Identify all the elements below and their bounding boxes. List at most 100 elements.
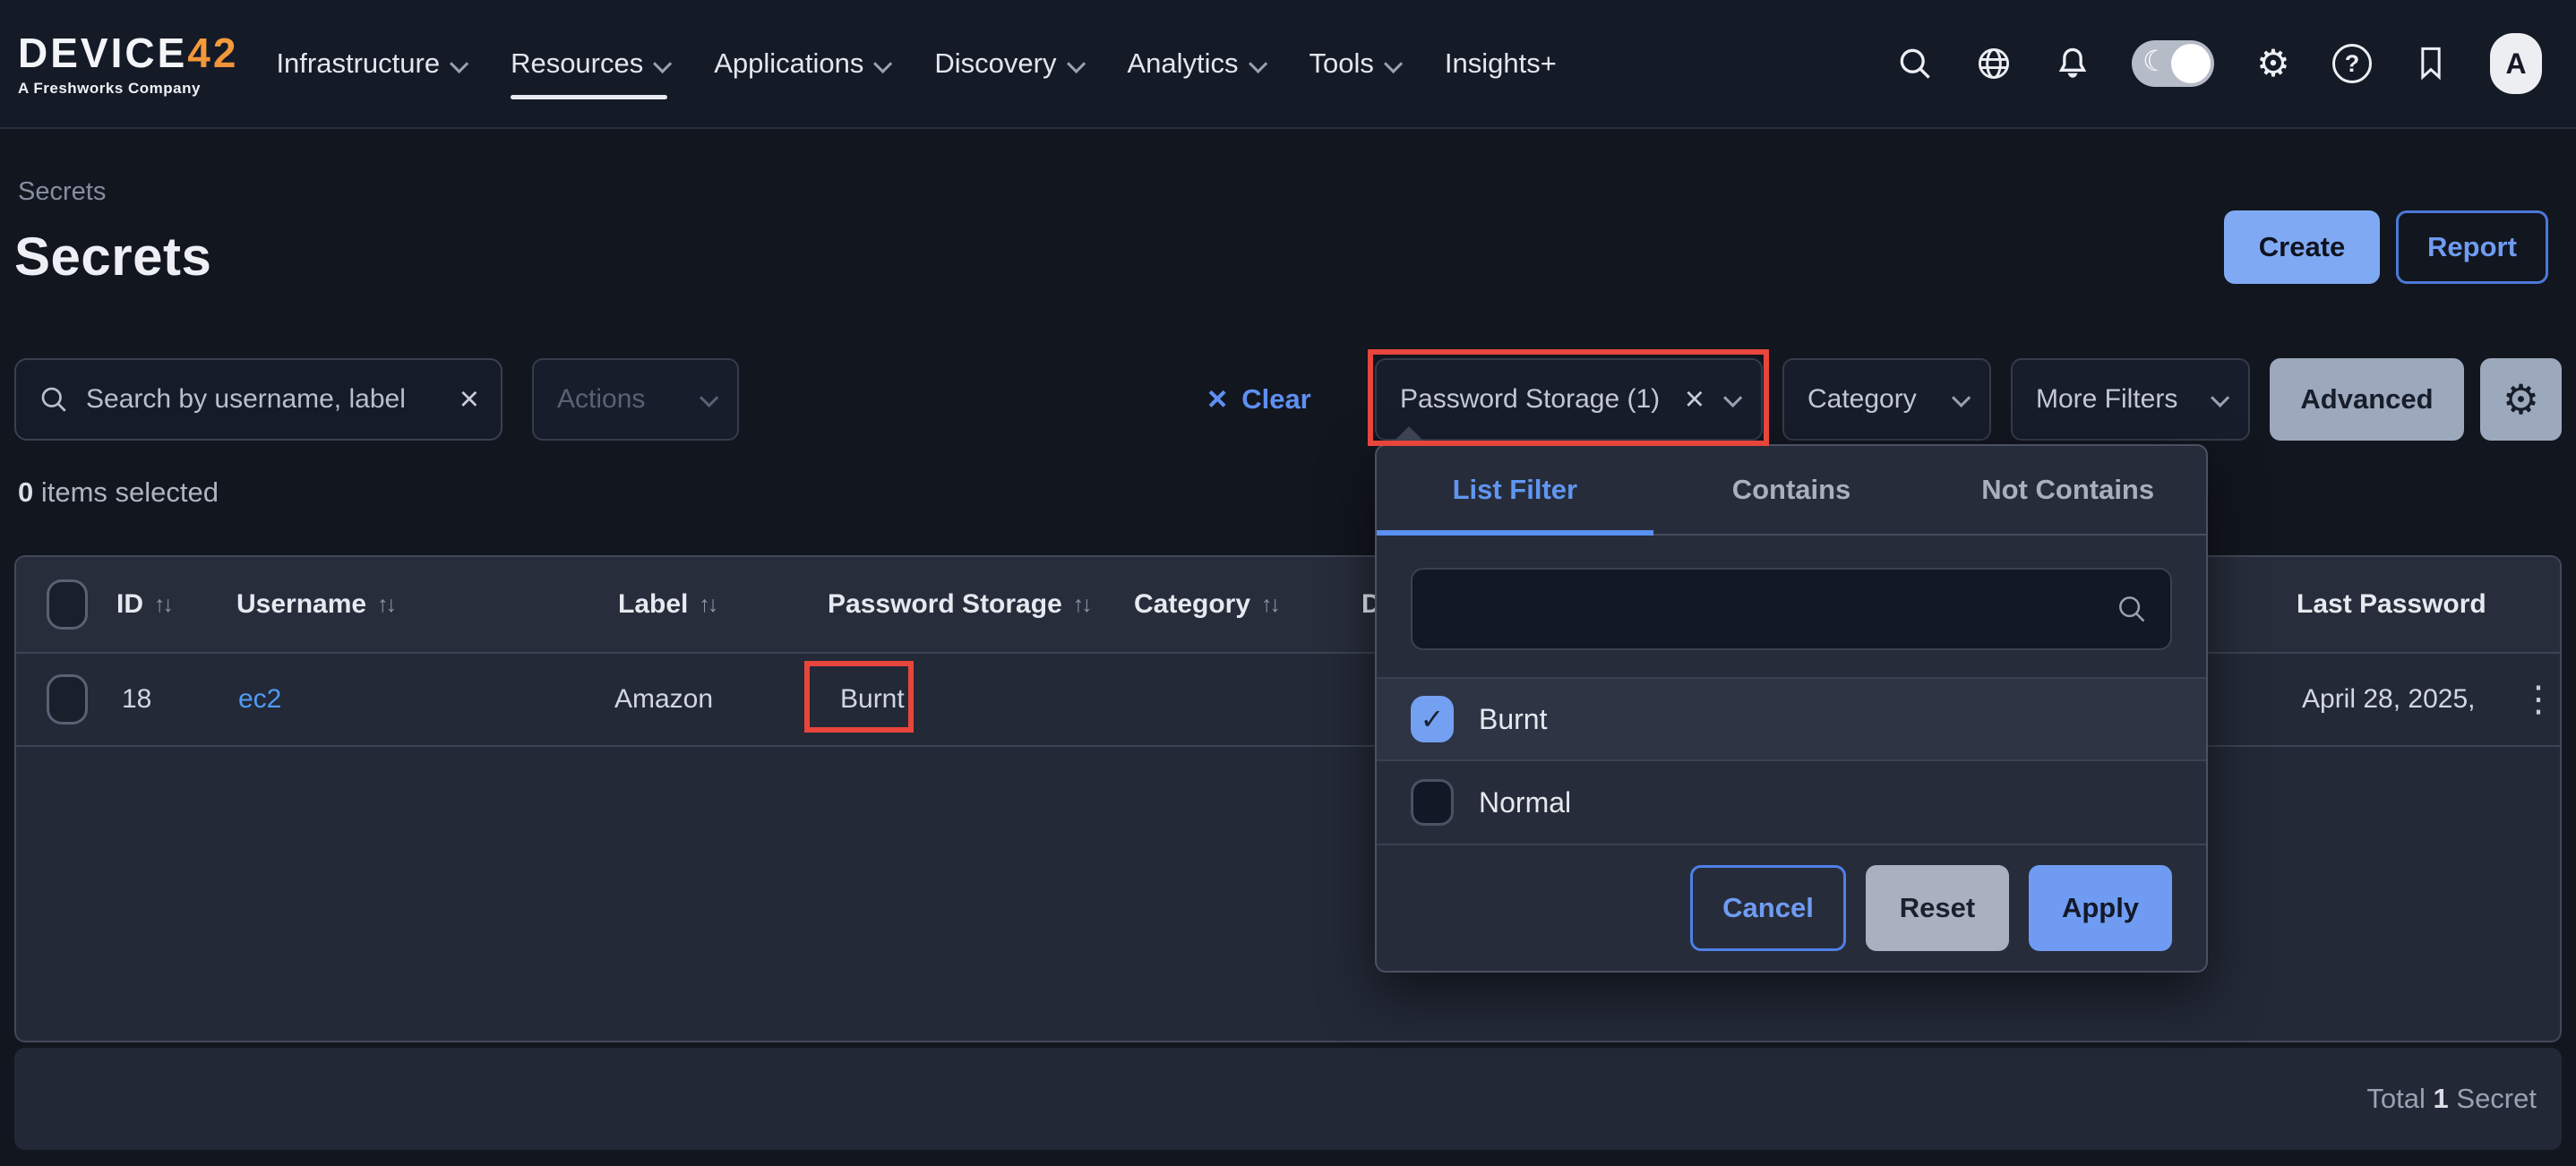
nav-item-label: Discovery (934, 47, 1056, 80)
panel-caret (1390, 426, 1428, 445)
tab-list-filter[interactable]: List Filter (1377, 446, 1653, 534)
reset-button[interactable]: Reset (1866, 865, 2009, 951)
column-header-category[interactable]: Category ↑↓ (1134, 557, 1278, 652)
total-suffix: Secret (2449, 1083, 2537, 1114)
nav-item-label: Tools (1309, 47, 1374, 80)
actions-label: Actions (557, 384, 645, 415)
bell-icon[interactable] (2053, 44, 2092, 83)
table-footer: Total 1 Secret (14, 1048, 2562, 1150)
search-icon[interactable] (1895, 44, 1935, 83)
checkbox-checked[interactable]: ✓ (1411, 696, 1454, 742)
clear-label: Clear (1241, 383, 1311, 416)
brand-wordmark: DEVICE42 (18, 32, 238, 73)
selection-status: 0 items selected (18, 476, 219, 509)
filter-option-burnt[interactable]: ✓ Burnt (1377, 677, 2206, 761)
nav-item-label: Infrastructure (276, 47, 440, 80)
globe-icon[interactable] (1974, 44, 2014, 83)
column-header-username[interactable]: Username ↑↓ (236, 557, 394, 652)
nav-item-applications[interactable]: Applications (714, 35, 888, 92)
brand-logo[interactable]: DEVICE42 A Freshworks Company (18, 32, 238, 96)
nav-item-insights[interactable]: Insights+ (1445, 35, 1557, 92)
settings-gear-icon[interactable]: ⚙ (2254, 44, 2293, 83)
nav-item-infrastructure[interactable]: Infrastructure (276, 35, 464, 92)
advanced-button[interactable]: Advanced (2270, 358, 2464, 441)
option-label: Normal (1479, 786, 1571, 819)
category-filter-chip[interactable]: Category (1782, 358, 1991, 441)
row-menu-icon[interactable]: ⋮ (2520, 679, 2556, 720)
nav-item-tools[interactable]: Tools (1309, 35, 1398, 92)
sort-icon[interactable]: ↑↓ (377, 592, 394, 618)
chevron-down-icon (653, 54, 672, 73)
sort-icon[interactable]: ↑↓ (154, 592, 171, 618)
remove-filter-icon[interactable]: × (1685, 382, 1704, 416)
chevron-down-icon (700, 388, 718, 407)
nav-item-label: Applications (714, 47, 863, 80)
tab-not-contains[interactable]: Not Contains (1929, 446, 2206, 534)
bookmark-icon[interactable] (2411, 44, 2451, 83)
nav-item-discovery[interactable]: Discovery (934, 35, 1080, 92)
column-header-label[interactable]: Label ↑↓ (618, 557, 716, 652)
avatar[interactable]: A (2490, 33, 2542, 94)
check-icon: ✓ (1421, 702, 1445, 736)
report-button[interactable]: Report (2396, 210, 2548, 284)
sort-icon[interactable]: ↑↓ (1073, 592, 1090, 618)
filter-panel-tabs: List Filter Contains Not Contains (1377, 446, 2206, 536)
filter-search-input[interactable] (1434, 594, 2115, 624)
more-filters-chip[interactable]: More Filters (2011, 358, 2250, 441)
brand-subtitle: A Freshworks Company (18, 81, 238, 96)
table-search: × (14, 358, 502, 441)
cell-username-link[interactable]: ec2 (238, 684, 281, 715)
search-icon (38, 383, 70, 416)
table-settings-button[interactable]: ⚙ (2480, 358, 2562, 441)
app-root: DEVICE42 A Freshworks Company Infrastruc… (0, 0, 2576, 1166)
avatar-initial: A (2505, 47, 2526, 81)
password-storage-filter-panel: List Filter Contains Not Contains ✓ Burn… (1375, 444, 2208, 973)
column-label: Last Password (2297, 589, 2486, 620)
nav-item-analytics[interactable]: Analytics (1128, 35, 1263, 92)
theme-toggle[interactable]: ☾ (2132, 40, 2214, 87)
clear-filters-button[interactable]: × Clear (1207, 358, 1311, 441)
column-label: Username (236, 589, 366, 620)
close-icon: × (1207, 382, 1227, 416)
column-header-id[interactable]: ID ↑↓ (116, 557, 171, 652)
actions-dropdown[interactable]: Actions (532, 358, 739, 441)
top-navigation: DEVICE42 A Freshworks Company Infrastruc… (0, 0, 2576, 129)
clear-search-icon[interactable]: × (459, 382, 479, 416)
filter-chip-label: Category (1807, 384, 1917, 415)
column-label: Label (618, 589, 688, 620)
search-input[interactable] (86, 384, 443, 415)
filter-panel-actions: Cancel Reset Apply (1690, 865, 2172, 951)
nav-menu: Infrastructure Resources Applications Di… (276, 35, 1556, 92)
sort-icon[interactable]: ↑↓ (1261, 592, 1278, 618)
cell-last-password: April 28, 2025, (2302, 654, 2475, 745)
total-count: Total 1 Secret (2366, 1083, 2537, 1115)
row-checkbox[interactable] (47, 674, 88, 724)
column-header-password-storage[interactable]: Password Storage↑↓ (828, 557, 1090, 652)
password-storage-filter-chip[interactable]: Password Storage (1) × (1375, 358, 1763, 441)
help-icon[interactable]: ? (2332, 44, 2372, 83)
cell-id: 18 (122, 654, 151, 745)
column-header-last-password[interactable]: Last Password (2297, 557, 2562, 652)
breadcrumb: Secrets (18, 177, 106, 207)
search-icon (2115, 592, 2149, 626)
checkbox-unchecked[interactable] (1411, 779, 1454, 826)
nav-item-resources[interactable]: Resources (511, 35, 667, 92)
chevron-down-icon (1249, 54, 1267, 73)
create-button[interactable]: Create (2224, 210, 2380, 284)
chevron-down-icon (1952, 388, 1971, 407)
nav-item-label: Resources (511, 47, 643, 80)
column-label: ID (116, 589, 143, 620)
cell-label: Amazon (614, 654, 713, 745)
select-all-checkbox[interactable] (47, 579, 88, 630)
brand-accent: 42 (187, 30, 238, 76)
column-label: Category (1134, 589, 1250, 620)
tab-contains[interactable]: Contains (1653, 446, 1930, 534)
filter-option-normal[interactable]: Normal (1377, 761, 2206, 845)
nav-utilities: ☾ ⚙ ? A (1895, 33, 2542, 94)
option-label: Burnt (1479, 703, 1547, 736)
sort-icon[interactable]: ↑↓ (699, 592, 716, 618)
gear-glyph: ⚙ (2256, 45, 2290, 82)
cancel-button[interactable]: Cancel (1690, 865, 1846, 951)
apply-button[interactable]: Apply (2029, 865, 2172, 951)
page-title: Secrets (14, 226, 211, 287)
